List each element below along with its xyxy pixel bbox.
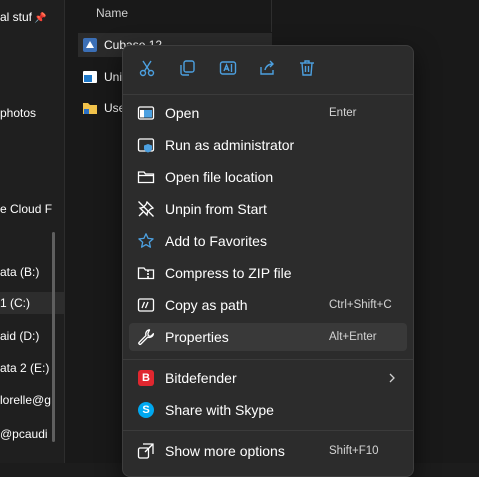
nav-item-label: 1 (C:) — [0, 296, 30, 310]
share-icon — [258, 59, 276, 82]
chevron-right-icon — [385, 371, 399, 385]
column-header-name[interactable]: Name ⌃ — [78, 0, 272, 32]
menu-item-open-file-location[interactable]: Open file location — [129, 163, 407, 191]
copy-icon — [178, 59, 196, 82]
nav-item-label: @pcaudi — [0, 427, 48, 441]
context-menu: Open Enter Run as administrator Open fil… — [122, 45, 414, 477]
menu-item-shortcut: Alt+Enter — [329, 331, 377, 343]
navigation-pane: al stuf 📌 photos e Cloud F ata (B:) 1 (C:… — [0, 0, 64, 463]
menu-item-label: Compress to ZIP file — [165, 265, 292, 281]
menu-item-shortcut: Enter — [329, 107, 357, 119]
menu-item-label: Show more options — [165, 443, 285, 459]
menu-item-compress-to-zip[interactable]: Compress to ZIP file — [129, 259, 407, 287]
more-options-icon — [137, 442, 155, 460]
folder-shortcut-icon — [82, 100, 98, 116]
menu-separator — [123, 359, 413, 360]
nav-item-label: ata 2 (E:) — [0, 361, 50, 375]
bitdefender-icon: B — [137, 369, 155, 387]
menu-item-run-as-administrator[interactable]: Run as administrator — [129, 131, 407, 159]
open-app-icon — [137, 104, 155, 122]
pin-icon: 📌 — [34, 13, 47, 24]
uninstall-app-icon — [82, 69, 98, 85]
menu-separator — [123, 430, 413, 431]
menu-item-label: Open file location — [165, 169, 274, 185]
star-icon — [137, 232, 155, 250]
nav-item-label: ata (B:) — [0, 265, 40, 279]
nav-item-quick-access[interactable]: al stuf 📌 — [0, 6, 64, 28]
menu-item-shortcut: Ctrl+Shift+C — [329, 299, 392, 311]
copy-path-icon — [137, 296, 155, 314]
menu-item-properties[interactable]: Properties Alt+Enter — [129, 323, 407, 351]
nav-scrollbar[interactable] — [52, 232, 55, 442]
unpin-icon — [137, 200, 155, 218]
quick-actions-bar — [123, 46, 413, 95]
menu-item-add-to-favorites[interactable]: Add to Favorites — [129, 227, 407, 255]
menu-item-shortcut: Shift+F10 — [329, 445, 379, 457]
menu-item-label: Bitdefender — [165, 370, 237, 386]
delete-icon — [298, 59, 316, 82]
menu-item-label: Share with Skype — [165, 402, 274, 418]
wrench-icon — [137, 328, 155, 346]
menu-item-show-more-options[interactable]: Show more options Shift+F10 — [129, 437, 407, 465]
cut-icon — [138, 59, 156, 82]
skype-icon: S — [137, 401, 155, 419]
menu-item-label: Run as administrator — [165, 137, 295, 153]
share-button[interactable] — [253, 56, 281, 84]
menu-item-label: Properties — [165, 329, 229, 345]
menu-item-label: Open — [165, 105, 200, 121]
sort-ascending-icon: ⌃ — [207, 0, 216, 7]
menu-item-label: Unpin from Start — [165, 201, 267, 217]
column-name-label: Name — [96, 6, 129, 20]
nav-item-label: photos — [0, 106, 37, 120]
nav-item-cloud[interactable]: e Cloud F — [0, 198, 64, 220]
shield-icon — [137, 136, 155, 154]
nav-item-label: aid (D:) — [0, 329, 40, 343]
menu-item-unpin-from-start[interactable]: Unpin from Start — [129, 195, 407, 223]
rename-button[interactable] — [214, 56, 242, 84]
menu-item-copy-as-path[interactable]: Copy as path Ctrl+Shift+C — [129, 291, 407, 319]
column-divider[interactable] — [271, 0, 272, 32]
copy-button[interactable] — [173, 56, 201, 84]
folder-icon — [137, 168, 155, 186]
rename-icon — [219, 59, 237, 82]
nav-item-label: lorelle@g — [0, 393, 51, 407]
delete-button[interactable] — [293, 56, 321, 84]
zip-folder-icon — [137, 264, 155, 282]
menu-item-label: Add to Favorites — [165, 233, 267, 249]
cut-button[interactable] — [133, 56, 161, 84]
cubase-app-icon — [82, 37, 98, 53]
nav-item-photos[interactable]: photos — [0, 102, 64, 124]
nav-item-label: e Cloud F — [0, 202, 53, 216]
menu-item-share-with-skype[interactable]: S Share with Skype — [129, 396, 407, 424]
nav-item-label: al stuf — [0, 10, 33, 24]
menu-item-bitdefender[interactable]: B Bitdefender — [129, 364, 407, 392]
file-name: Uni — [104, 70, 123, 84]
menu-item-label: Copy as path — [165, 297, 248, 313]
menu-item-open[interactable]: Open Enter — [129, 99, 407, 127]
